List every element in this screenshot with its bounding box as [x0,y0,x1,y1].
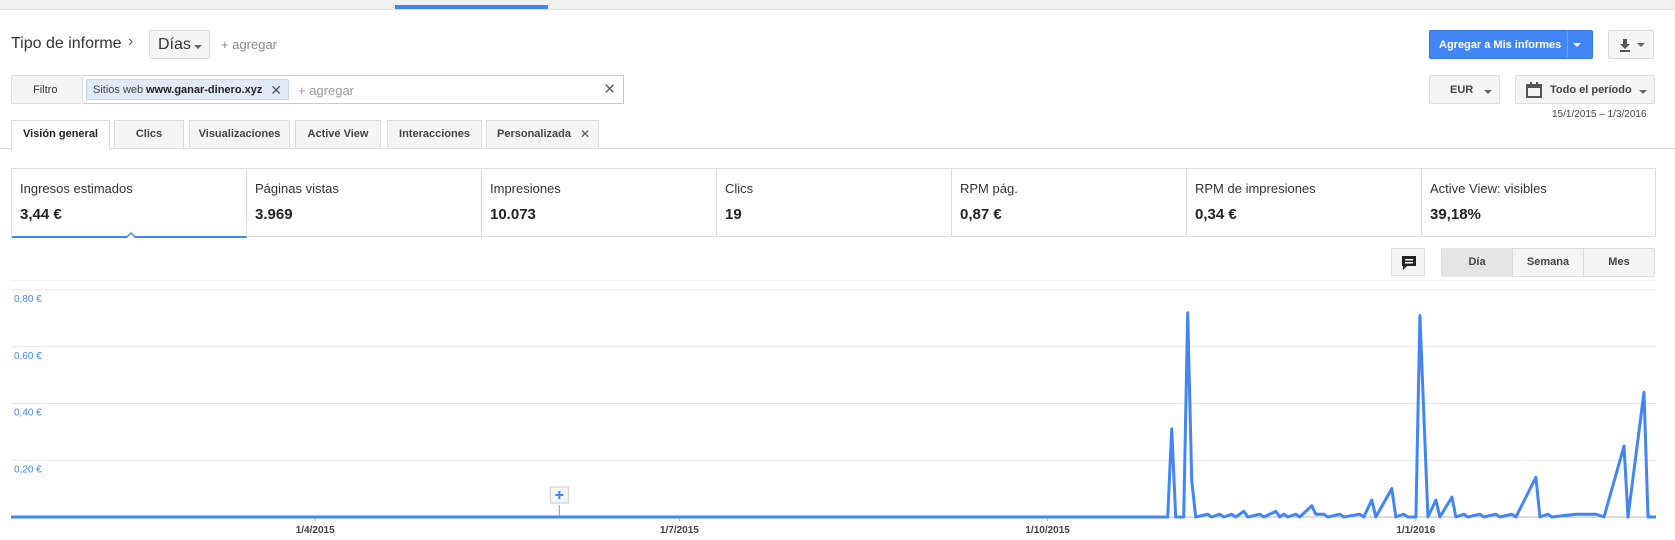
filter-chip-key: Sitios web [93,84,144,96]
tab-custom[interactable]: Personalizada ✕ [486,120,599,148]
add-to-my-reports-label: Agregar a Mis informes [1439,39,1562,51]
metric-value: 10.073 [490,206,536,223]
filter-input-box[interactable]: Sitios web www.ganar-dinero.xyz ✕ + agre… [83,75,624,104]
active-nav-indicator [395,5,548,9]
report-type-label: Tipo de informe [11,35,122,52]
series-line [11,311,1656,519]
x-tick-label: 1/7/2015 [660,525,699,536]
date-range-dropdown[interactable]: Todo el período [1515,75,1655,104]
filter-button-label: Filtro [33,84,58,96]
granularity-day[interactable]: Día [1442,248,1512,277]
metric-value: 19 [725,206,742,223]
chevron-down-icon [194,45,202,49]
x-tick-label: 1/10/2015 [1025,525,1070,536]
y-tick-label: 0,80 € [14,294,42,305]
selected-indicator-inner [127,234,135,238]
tab-active-view[interactable]: Active View [295,120,381,148]
metric-page-rpm[interactable]: RPM pág. 0,87 € [952,169,1187,236]
currency-dropdown[interactable]: EUR [1429,75,1500,104]
dimension-value: Días [158,36,191,53]
tab-custom-label: Personalizada [497,128,571,140]
y-tick-label: 0,60 € [14,351,42,362]
x-tick-label: 1/4/2015 [296,525,335,536]
metric-value: 3.969 [255,206,293,223]
metric-value: 0,87 € [960,206,1002,223]
tab-clicks[interactable]: Clics [114,120,184,148]
clear-icon[interactable]: ✕ [603,80,616,98]
dimension-dropdown[interactable]: Días [149,30,210,59]
filter-add-placeholder[interactable]: + agregar [298,83,354,98]
filter-chip-value: www.ganar-dinero.xyz [146,84,263,96]
chevron-down-icon [1484,90,1492,94]
metric-page-views[interactable]: Páginas vistas 3.969 [247,169,482,236]
top-nav-bar [0,0,1675,10]
tab-overview[interactable]: Visión general [11,120,110,150]
filter-button[interactable]: Filtro [11,75,83,104]
tabs-divider [0,148,1675,149]
metric-label: Ingresos estimados [20,181,133,196]
tab-interactions[interactable]: Interacciones [387,120,482,148]
close-icon[interactable]: ✕ [580,121,590,148]
metric-clicks[interactable]: Clics 19 [717,169,952,236]
metrics-scorecard: Ingresos estimados 3,44 € Páginas vistas… [11,168,1656,238]
y-tick-label: 0,40 € [14,408,42,419]
calendar-icon [1526,82,1542,98]
granularity-week[interactable]: Semana [1513,248,1583,277]
date-range-dates: 15/1/2015 – 1/3/2016 [1552,109,1647,120]
currency-value: EUR [1450,84,1474,96]
metric-label: Clics [725,181,754,196]
metric-label: Impresiones [490,181,561,196]
close-icon[interactable]: ✕ [270,82,282,99]
tab-views[interactable]: Visualizaciones [189,120,290,148]
comment-button[interactable] [1391,248,1425,276]
metric-impression-rpm[interactable]: RPM de impresiones 0,34 € [1187,169,1422,236]
metric-label: RPM pág. [960,181,1018,196]
metric-label: Páginas vistas [255,181,339,196]
metric-label: Active View: visibles [1430,181,1547,196]
chevron-down-icon [1639,90,1647,94]
chevron-down-icon[interactable] [1573,43,1581,47]
metric-value: 3,44 € [20,206,62,223]
download-button[interactable] [1608,30,1654,59]
x-tick-label: 1/1/2016 [1396,525,1435,536]
y-tick-label: 0,20 € [14,464,42,475]
metric-active-view-viewable[interactable]: Active View: visibles 39,18% [1422,169,1655,236]
add-to-my-reports-button[interactable]: Agregar a Mis informes [1429,30,1593,59]
add-dimension-link[interactable]: + agregar [221,37,277,52]
button-divider [1567,31,1568,58]
metric-label: RPM de impresiones [1195,181,1316,196]
granularity-month[interactable]: Mes [1584,248,1654,277]
metric-estimated-earnings[interactable]: Ingresos estimados 3,44 € [12,169,247,238]
date-range-label: Todo el período [1550,84,1632,96]
earnings-line-chart: 0,80 € 0,60 € 0,40 € 0,20 € 1/4/2015 1/7/2015… [11,280,1656,536]
comment-icon [1402,256,1416,270]
breadcrumb-separator: › [128,33,134,50]
metric-impressions[interactable]: Impresiones 10.073 [482,169,717,236]
filter-chip: Sitios web www.ganar-dinero.xyz ✕ [86,79,289,100]
metric-value: 39,18% [1430,206,1481,223]
download-icon [1620,39,1645,52]
metric-value: 0,34 € [1195,206,1237,223]
